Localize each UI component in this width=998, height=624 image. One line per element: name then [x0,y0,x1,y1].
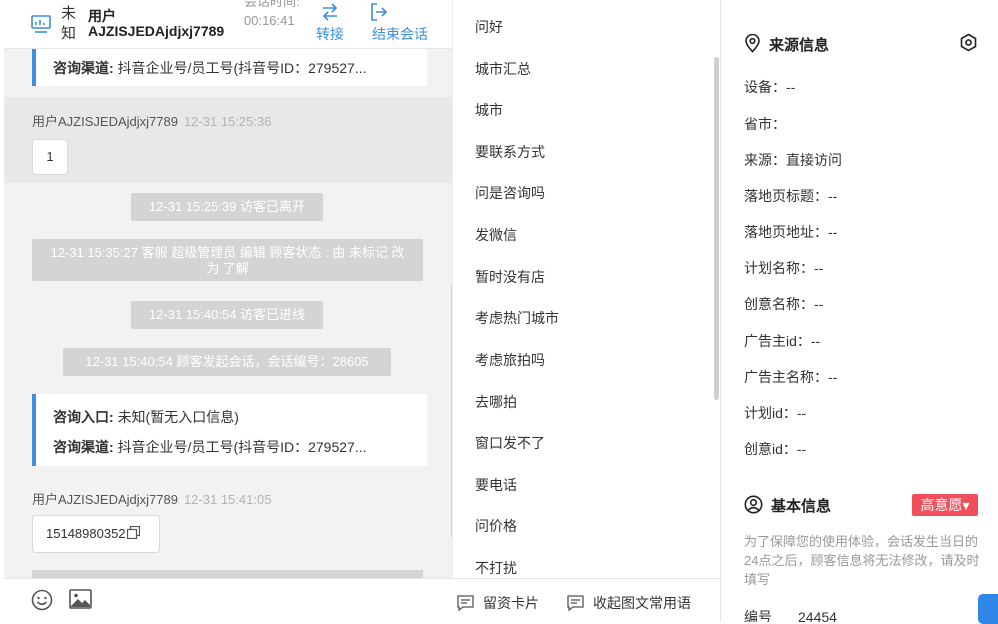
source-field-landing-title: 落地页标题：-- [744,188,838,204]
phrase-item[interactable]: 问好 [475,17,503,37]
collapse-phrases-button[interactable]: 收起图文常用语 [567,593,691,613]
source-field-advertiser-id: 广告主id：-- [744,333,821,349]
serial-number-row: 编号 24454 [744,607,837,622]
consult-channel-row: 咨询渠道: 抖音企业号/员工号(抖音号ID：279527... [53,437,405,457]
system-message: 12-31 15:40:54 顾客发起会话，会话编号：28605 [63,348,391,376]
consult-channel-label: 咨询渠道: [53,60,114,76]
edit-notice: 为了保障您的使用体验，会话发生当日的24点之后，顾客信息将无法修改，请及时填写 [744,534,980,587]
session-time-value: 00:16:41 [244,13,295,28]
system-message: 12-31 15:35:27 客服 超级管理员 编辑 顾客状态 : 由 未标记 … [32,239,423,281]
end-session-button[interactable]: 结束会话 [366,2,434,44]
copy-icon[interactable] [126,517,140,553]
source-field-landing-url: 落地页地址：-- [744,224,838,240]
customer-info-panel: 来源信息 设备：-- 省市： 来源：直接访问 落地页标题：-- 落地页地址：--… [720,0,998,622]
phrase-item[interactable]: 城市 [475,100,503,120]
message-meta: 用户AJZISJEDAjdjxj7789 12-31 15:25:36 [32,111,271,130]
lead-card-label: 留资卡片 [483,595,539,611]
quick-phrase-panel: 问好 城市汇总 城市 要联系方式 问是咨询吗 发微信 暂时没有店 考虑热门城市 … [452,0,721,578]
system-message: 12-31 15:40:54 访客已进线 [131,301,323,329]
phrase-item[interactable]: 要联系方式 [475,142,545,162]
source-field-creative-name: 创意名称：-- [744,296,824,312]
phrase-item[interactable]: 窗口发不了 [475,433,545,453]
phrase-item[interactable]: 考虑热门城市 [475,308,559,328]
exit-icon [366,2,434,22]
consult-channel-row: 咨询渠道: 抖音企业号/员工号(抖音号ID：279527... [53,58,405,78]
floating-action-button[interactable] [978,594,998,624]
serial-number-value: 24454 [798,609,837,622]
consult-info-card: 咨询入口: 未知(暂无入口信息) 咨询渠道: 抖音企业号/员工号(抖音号ID：2… [32,394,427,466]
source-field-plan-name: 计划名称：-- [744,260,824,276]
session-time-label: 会话时间: [244,0,300,9]
basic-info-title: 基本信息 [744,495,831,516]
phrase-item[interactable]: 要电话 [475,475,517,495]
intent-level-dropdown[interactable]: 高意愿▾ [912,494,978,516]
message-sender: 用户AJZISJEDAjdjxj7789 [32,114,178,129]
consult-channel-value: 抖音企业号/员工号(抖音号ID：279527... [117,439,367,455]
source-field-source: 来源：直接访问 [744,152,842,168]
customer-message: 用户AJZISJEDAjdjxj7789 12-31 15:25:36 1 [4,97,452,183]
source-field-device: 设备：-- [744,79,796,95]
message-time: 12-31 15:41:05 [183,492,272,507]
chat-panel: 咨询渠道: 抖音企业号/员工号(抖音号ID：279527... 用户AJZISJ… [4,0,452,622]
consult-channel-label: 咨询渠道: [53,439,114,455]
input-toolbar: 留资卡片 收起图文常用语 [4,578,720,623]
source-field-region: 省市： [744,116,786,132]
phrase-item[interactable]: 城市汇总 [475,59,531,79]
monitor-icon [31,14,51,34]
source-field-plan-id: 计划id：-- [744,405,807,421]
message-bubble[interactable]: 15148980352 [32,515,160,553]
message-bubble[interactable]: 1 [32,139,68,175]
consult-entry-row: 咨询入口: 未知(暂无入口信息) [53,407,405,427]
consult-entry-label: 咨询入口: [53,409,114,425]
chat-header: 未知 用户 AJZISJEDAjdjxj7789 会话时间: 00:16:41 转… [4,0,452,49]
message-meta: 用户AJZISJEDAjdjxj7789 12-31 15:41:05 [32,489,271,508]
image-icon[interactable] [69,589,92,612]
collapse-phrases-label: 收起图文常用语 [593,595,691,611]
phrase-item[interactable]: 问是咨询吗 [475,183,545,203]
serial-number-label: 编号 [744,609,772,622]
transfer-label: 转接 [316,26,344,42]
transfer-icon [308,2,352,22]
message-time: 12-31 15:25:36 [183,114,272,129]
consult-channel-value: 抖音企业号/员工号(抖音号ID：279527... [117,60,367,76]
end-session-label: 结束会话 [372,26,428,42]
system-message: 12-31 15:25:39 访客已离开 [131,193,323,221]
customer-message: 用户AJZISJEDAjdjxj7789 12-31 15:41:05 15148… [4,489,452,569]
message-text: 15148980352 [46,526,126,541]
phrase-scrollbar[interactable] [714,57,719,400]
settings-icon[interactable] [959,33,978,55]
message-square-icon [567,595,593,612]
customer-status: 未知 [61,5,77,42]
system-message-text: 12-31 15:35:27 客服 超级管理员 编辑 顾客状态 : 由 未标记 … [50,245,405,276]
user-name: AJZISJEDAjdjxj7789 [88,23,225,39]
transfer-button[interactable]: 转接 [308,2,352,44]
message-square-icon [457,595,483,612]
user-circle-icon [744,495,771,515]
basic-info-title-text: 基本信息 [771,498,832,515]
source-info-title-text: 来源信息 [769,37,830,54]
source-info-title: 来源信息 [744,33,830,55]
consult-entry-value: 未知(暂无入口信息) [117,409,239,425]
session-time: 会话时间: 00:16:41 [244,0,308,30]
source-field-creative-id: 创意id：-- [744,441,807,457]
message-sender: 用户AJZISJEDAjdjxj7789 [32,492,178,507]
phrase-item[interactable]: 不打扰 [475,558,517,578]
phrase-item[interactable]: 发微信 [475,225,517,245]
phrase-item[interactable]: 暂时没有店 [475,267,545,287]
system-message-partial [32,570,423,578]
smile-icon[interactable] [31,589,53,614]
phrase-item[interactable]: 去哪拍 [475,392,517,412]
phrase-item[interactable]: 问价格 [475,516,517,536]
phrase-item[interactable]: 考虑旅拍吗 [475,350,545,370]
source-field-advertiser-name: 广告主名称：-- [744,369,838,385]
lead-card-button[interactable]: 留资卡片 [457,593,539,613]
location-pin-icon [744,33,769,54]
